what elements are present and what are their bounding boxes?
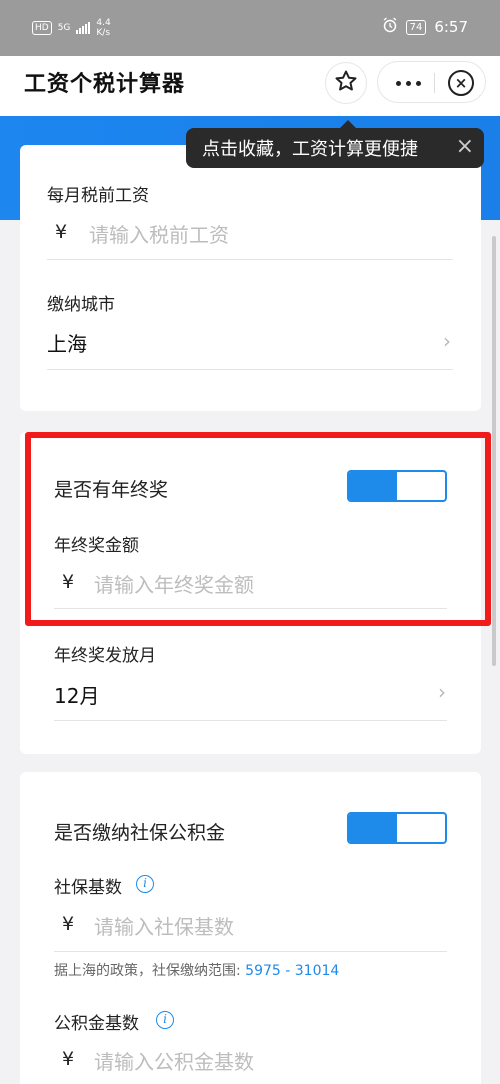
currency-symbol: ¥ <box>62 913 75 935</box>
salary-card: 每月税前工资 ¥ 请输入税前工资 缴纳城市 上海 › <box>20 145 481 411</box>
social-base-label: 社保基数 <box>54 878 122 898</box>
close-circle-icon[interactable]: × <box>448 70 474 96</box>
scrollbar[interactable] <box>492 236 496 666</box>
status-left: HD 5G 4.4 K/s <box>32 18 111 38</box>
monthly-salary-label: 每月税前工资 <box>47 186 149 206</box>
tooltip-close-icon[interactable]: × <box>456 134 474 160</box>
capsule-divider <box>434 73 435 93</box>
bonus-month-select[interactable]: 12月 <box>54 680 99 709</box>
hint-range: 5975 - 31014 <box>245 963 340 979</box>
network-type: 5G <box>57 23 71 33</box>
mini-program-title-bar: 工资个税计算器 × <box>0 56 500 116</box>
speed-unit: K/s <box>96 28 111 38</box>
chevron-right-icon[interactable]: › <box>438 680 446 704</box>
tooltip-text: 点击收藏，工资计算更便捷 <box>202 139 418 160</box>
battery-indicator: 74 <box>405 19 427 35</box>
currency-symbol: ¥ <box>55 221 68 243</box>
signal-icon <box>76 22 91 34</box>
info-icon[interactable]: i <box>136 875 154 893</box>
more-dots-icon[interactable] <box>396 81 421 86</box>
alarm-clock-icon <box>382 17 398 37</box>
info-icon[interactable]: i <box>156 1011 174 1029</box>
clock: 6:57 <box>434 18 468 36</box>
divider <box>54 720 447 721</box>
city-label: 缴纳城市 <box>47 295 115 315</box>
city-select[interactable]: 上海 <box>47 328 87 357</box>
status-right: 74 6:57 <box>382 17 468 37</box>
pay-social-toggle[interactable] <box>347 812 447 844</box>
fund-base-input[interactable]: 请输入公积金基数 <box>94 1046 254 1075</box>
hd-badge: HD <box>32 21 52 35</box>
divider <box>47 259 453 260</box>
divider <box>54 951 447 952</box>
speed-value: 4.4 <box>96 18 111 28</box>
hint-text: 据上海的政策，社保缴纳范围: <box>54 963 246 979</box>
status-bar: HD 5G 4.4 K/s 74 6:57 <box>0 0 500 56</box>
favorite-button[interactable] <box>325 62 367 104</box>
bonus-month-label: 年终奖发放月 <box>54 646 156 666</box>
page-title: 工资个税计算器 <box>24 72 186 97</box>
monthly-salary-input[interactable]: 请输入税前工资 <box>89 219 229 248</box>
social-base-input[interactable]: 请输入社保基数 <box>94 911 234 940</box>
network-speed: 4.4 K/s <box>96 18 110 38</box>
currency-symbol: ¥ <box>62 1048 75 1070</box>
pay-social-label: 是否缴纳社保公积金 <box>54 822 226 844</box>
highlight-annotation <box>25 432 491 626</box>
fund-base-label: 公积金基数 <box>54 1014 139 1034</box>
capsule-menu: × <box>377 61 486 103</box>
chevron-right-icon[interactable]: › <box>443 329 451 353</box>
social-range-hint: 据上海的政策，社保缴纳范围: 5975 - 31014 <box>54 960 339 980</box>
social-insurance-card: 是否缴纳社保公积金 社保基数 i ¥ 请输入社保基数 据上海的政策，社保缴纳范围… <box>20 772 481 1084</box>
star-icon <box>334 69 358 97</box>
divider <box>47 369 453 370</box>
favorite-tooltip: 点击收藏，工资计算更便捷 × <box>186 120 484 168</box>
